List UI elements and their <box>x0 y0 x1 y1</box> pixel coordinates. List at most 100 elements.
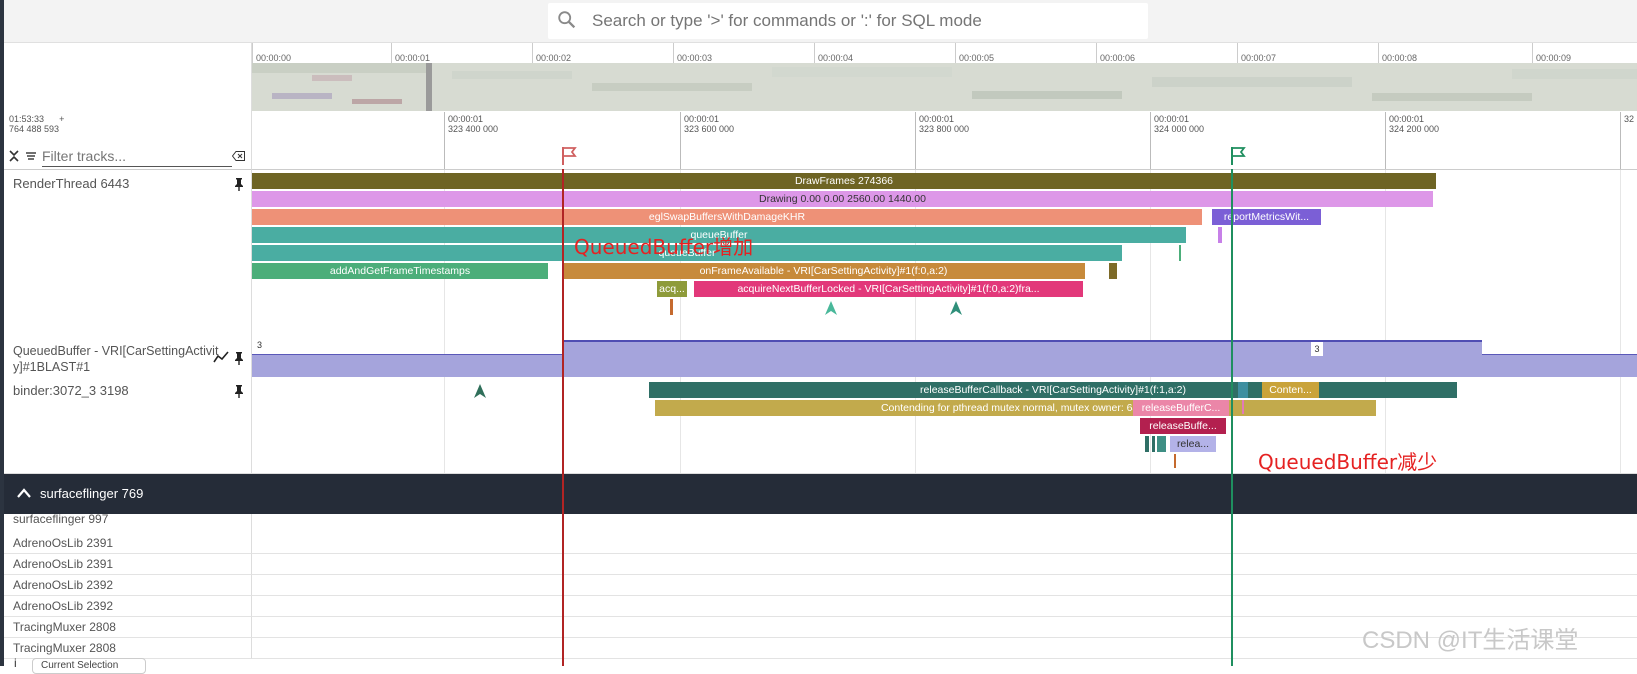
left-edge-bar <box>0 0 4 666</box>
overview-tick-label: 00:00:00 <box>256 53 292 63</box>
overview-left-panel <box>4 43 252 112</box>
counter-fill-raised <box>564 340 1482 377</box>
flow-arrow-icon[interactable] <box>474 384 486 398</box>
slice-small[interactable] <box>1152 436 1155 452</box>
slice-addandgetframetimestamps[interactable]: addAndGetFrameTimestamps <box>252 263 548 279</box>
overview-tick-label: 00:00:08 <box>1382 53 1418 63</box>
overview-tick-label: 00:00:05 <box>959 53 995 63</box>
slice-contending-short[interactable]: Conten... <box>1262 382 1319 398</box>
chevron-up-icon[interactable] <box>16 487 32 499</box>
slice-relea[interactable]: relea... <box>1170 436 1216 452</box>
clear-filter-icon[interactable] <box>232 151 245 161</box>
slice-small[interactable] <box>1157 436 1166 452</box>
current-selection-tab[interactable]: Current Selection <box>32 658 146 674</box>
slice-releasebuffe[interactable]: releaseBuffe... <box>1140 418 1226 434</box>
overview-tick-label: 00:00:01 <box>395 53 431 63</box>
ruler-tick <box>444 112 445 169</box>
slice-drawing[interactable]: Drawing 0.00 0.00 2560.00 1440.00 <box>252 191 1433 207</box>
slice-eglswapbuffers[interactable]: eglSwapBuffersWithDamageKHR <box>252 209 1202 225</box>
slice-small[interactable] <box>670 299 673 315</box>
process-group-header-surfaceflinger[interactable]: surfaceflinger 769 <box>4 474 1637 514</box>
pin-icon[interactable] <box>233 384 245 398</box>
red-timestamp-marker[interactable] <box>562 169 564 666</box>
slice-small[interactable] <box>1145 436 1149 452</box>
slice-releasebuffercallback[interactable]: releaseBufferCallback - VRI[CarSettingAc… <box>649 382 1457 398</box>
track-label-sf-row[interactable]: AdrenoOsLib 2392 <box>4 575 252 596</box>
track-sf-row[interactable] <box>252 514 1637 534</box>
slice-small[interactable] <box>1109 263 1117 279</box>
timeline-ruler[interactable]: 00:00:01 323 400 000 00:00:01 323 600 000 … <box>252 112 1637 170</box>
track-name: AdrenoOsLib 2392 <box>13 599 114 613</box>
overview-tick-label: 00:00:09 <box>1536 53 1572 63</box>
watermark: CSDN @IT生活课堂 <box>1362 627 1579 654</box>
search-input[interactable] <box>592 6 1132 36</box>
track-label-binder[interactable]: binder:3072_3 3198 <box>4 377 252 474</box>
slice-drawframes[interactable]: DrawFrames 274366 <box>252 173 1436 189</box>
track-name: TracingMuxer 2808 <box>13 641 116 655</box>
track-label-sf-row[interactable]: TracingMuxer 2808 <box>4 638 252 659</box>
track-label-sf-row[interactable]: AdrenoOsLib 2391 <box>4 554 252 575</box>
slice-small[interactable] <box>1218 227 1222 243</box>
base-timestamp-line2: 764 488 593 <box>9 124 60 134</box>
ruler-tick <box>1620 112 1621 169</box>
slice-small[interactable] <box>1179 245 1181 261</box>
pin-icon[interactable] <box>233 177 245 191</box>
track-name: surfaceflinger 997 <box>13 512 109 526</box>
track-label-sf-row[interactable]: AdrenoOsLib 2392 <box>4 596 252 617</box>
info-icon: i <box>14 656 17 670</box>
track-sf-row[interactable] <box>252 575 1637 596</box>
slice-releasebufferc[interactable]: releaseBufferC... <box>1133 400 1229 416</box>
track-label-queuedbuffer[interactable]: QueuedBuffer - VRI[CarSettingActivit y]#1… <box>4 337 252 378</box>
ruler-tick <box>915 112 916 169</box>
green-timestamp-marker[interactable] <box>1231 169 1233 666</box>
track-queuedbuffer-counter[interactable]: 3 3 <box>252 337 1637 378</box>
chart-line-icon[interactable] <box>213 351 229 363</box>
track-name: TracingMuxer 2808 <box>13 620 116 634</box>
track-name: QueuedBuffer - VRI[CarSettingActivit y]#1… <box>13 344 219 374</box>
flow-arrow-icon[interactable] <box>950 301 962 315</box>
track-label-sf-row[interactable]: TracingMuxer 2808 <box>4 617 252 638</box>
track-renderthread[interactable]: DrawFrames 274366 Drawing 0.00 0.00 2560… <box>252 170 1637 338</box>
green-flag-icon[interactable] <box>1229 146 1247 166</box>
slice-reportmetrics[interactable]: reportMetricsWit... <box>1212 209 1321 225</box>
track-label-sf-row[interactable]: surfaceflinger 997 <box>4 512 252 534</box>
track-sf-row[interactable] <box>252 596 1637 617</box>
grid-line <box>1620 170 1621 337</box>
track-name: RenderThread 6443 <box>13 176 130 191</box>
track-name: AdrenoOsLib 2391 <box>13 536 114 550</box>
track-name: AdrenoOsLib 2392 <box>13 578 114 592</box>
ruler-tick-label: 32 <box>1624 114 1635 124</box>
process-group-title: surfaceflinger 769 <box>40 486 144 501</box>
grid-line <box>444 377 445 473</box>
track-label-sf-row[interactable]: AdrenoOsLib 2391 <box>4 533 252 554</box>
slice-small[interactable] <box>1238 382 1248 398</box>
slice-contending-mutex[interactable]: Contending for pthread mutex normal, mut… <box>655 400 1376 416</box>
slice-onframeavailable[interactable]: onFrameAvailable - VRI[CarSettingActivit… <box>562 263 1085 279</box>
overview-timeline[interactable]: 00:00:00 00:00:01 00:00:02 00:00:03 00:0… <box>252 43 1637 112</box>
track-name: binder:3072_3 3198 <box>13 383 129 398</box>
filter-lines-icon <box>26 152 36 160</box>
grid-line <box>1620 377 1621 473</box>
overview-tick-label: 00:00:07 <box>1241 53 1277 63</box>
track-sf-row[interactable] <box>252 554 1637 575</box>
ruler-tick-label: 00:00:01 324 000 000 <box>1154 114 1205 134</box>
red-flag-icon[interactable] <box>560 146 578 166</box>
flow-arrow-icon[interactable] <box>825 301 837 315</box>
slice-small[interactable] <box>1174 454 1176 468</box>
annotation-decrease: QueuedBuffer减少 <box>1258 450 1438 474</box>
base-timestamp: 01:53:33 + 764 488 593 <box>9 114 64 134</box>
track-sf-row[interactable] <box>252 533 1637 554</box>
overview-tick-label: 00:00:03 <box>677 53 713 63</box>
slice-small[interactable] <box>1242 400 1244 414</box>
collapse-all-icon[interactable] <box>8 149 20 163</box>
slice-acquirenextbufferlocked[interactable]: acquireNextBufferLocked - VRI[CarSetting… <box>694 281 1083 297</box>
track-label-renderthread[interactable]: RenderThread 6443 <box>4 170 252 338</box>
ruler-tick-label: 00:00:01 324 200 000 <box>1389 114 1440 134</box>
overview-minimap[interactable] <box>252 63 1637 111</box>
slice-acq[interactable]: acq... <box>657 281 687 297</box>
overview-tick-label: 00:00:06 <box>1100 53 1136 63</box>
counter-value-left: 3 <box>257 340 263 350</box>
overview-tick-label: 00:00:02 <box>536 53 572 63</box>
pin-icon[interactable] <box>233 351 245 365</box>
filter-tracks-input[interactable] <box>42 146 232 167</box>
